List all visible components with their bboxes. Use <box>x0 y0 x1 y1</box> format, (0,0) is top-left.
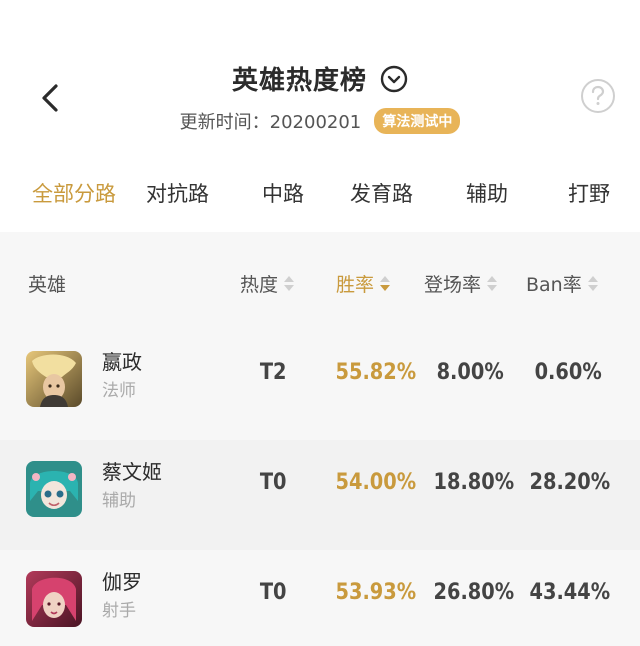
column-ban-rate-label: Ban率 <box>526 274 582 296</box>
column-ban-rate[interactable]: Ban率 <box>526 270 598 297</box>
lane-tabs: 全部分路 对抗路 中路 发育路 辅助 打野 <box>0 168 640 220</box>
sort-icon <box>284 275 295 293</box>
table-header: 英雄 热度 胜率 登场率 Ban率 <box>0 232 640 330</box>
hero-portrait-image <box>26 461 82 517</box>
column-heat-label: 热度 <box>240 274 279 296</box>
hero-table: 英雄 热度 胜率 登场率 Ban率 嬴政 法师 T2 55.82% 8.00% … <box>0 232 640 646</box>
column-heat[interactable]: 热度 <box>240 270 295 297</box>
sort-icon <box>487 275 498 293</box>
column-pick-rate-label: 登场率 <box>424 274 482 296</box>
heat-tier: T0 <box>259 580 287 605</box>
heat-tier: T0 <box>259 470 287 495</box>
hero-name: 伽罗 <box>102 570 142 594</box>
tab-clash-lane[interactable]: 对抗路 <box>146 178 209 208</box>
sort-icon <box>587 275 598 293</box>
hero-avatar <box>26 351 82 407</box>
hero-role: 辅助 <box>102 491 136 511</box>
pick-rate: 18.80% <box>433 470 515 495</box>
title-bar: 英雄热度榜 <box>0 60 640 97</box>
question-circle-icon <box>581 79 615 113</box>
tab-farm-lane[interactable]: 发育路 <box>350 178 413 208</box>
heat-tier: T2 <box>259 360 287 385</box>
page-title: 英雄热度榜 <box>231 66 367 96</box>
page-header: 英雄热度榜 更新时间：20200201 算法测试中 <box>0 0 640 150</box>
hero-role: 射手 <box>102 601 136 621</box>
update-info: 更新时间：20200201 算法测试中 <box>0 108 640 134</box>
tab-mid-lane[interactable]: 中路 <box>262 178 304 208</box>
win-rate: 54.00% <box>335 470 417 495</box>
table-row[interactable]: 伽罗 射手 T0 53.93% 26.80% 43.44% <box>0 550 640 646</box>
tab-support[interactable]: 辅助 <box>466 178 508 208</box>
sort-desc-icon <box>380 275 391 293</box>
hero-name: 嬴政 <box>102 350 142 374</box>
update-time: 更新时间：20200201 <box>179 112 362 133</box>
table-row[interactable]: 蔡文姬 辅助 T0 54.00% 18.80% 28.20% <box>0 440 640 550</box>
hero-portrait-image <box>26 351 82 407</box>
help-button[interactable] <box>580 78 616 114</box>
column-win-rate[interactable]: 胜率 <box>336 270 391 297</box>
win-rate: 53.93% <box>335 580 417 605</box>
tab-jungle[interactable]: 打野 <box>568 178 610 208</box>
tab-all-lanes[interactable]: 全部分路 <box>32 178 116 208</box>
ban-rate: 0.60% <box>534 360 602 385</box>
hero-portrait-image <box>26 571 82 627</box>
ban-rate: 28.20% <box>529 470 611 495</box>
status-badge: 算法测试中 <box>374 108 461 134</box>
pick-rate: 26.80% <box>433 580 515 605</box>
title-dropdown-button[interactable] <box>380 65 408 93</box>
chevron-down-circle-icon <box>380 65 408 92</box>
ban-rate: 43.44% <box>529 580 611 605</box>
hero-avatar <box>26 571 82 627</box>
hero-name: 蔡文姬 <box>102 460 162 484</box>
column-pick-rate[interactable]: 登场率 <box>424 270 498 297</box>
table-row[interactable]: 嬴政 法师 T2 55.82% 8.00% 0.60% <box>0 330 640 440</box>
pick-rate: 8.00% <box>436 360 504 385</box>
column-win-rate-label: 胜率 <box>336 274 375 296</box>
column-hero: 英雄 <box>28 274 67 296</box>
hero-role: 法师 <box>102 381 136 401</box>
hero-avatar <box>26 461 82 517</box>
win-rate: 55.82% <box>335 360 417 385</box>
